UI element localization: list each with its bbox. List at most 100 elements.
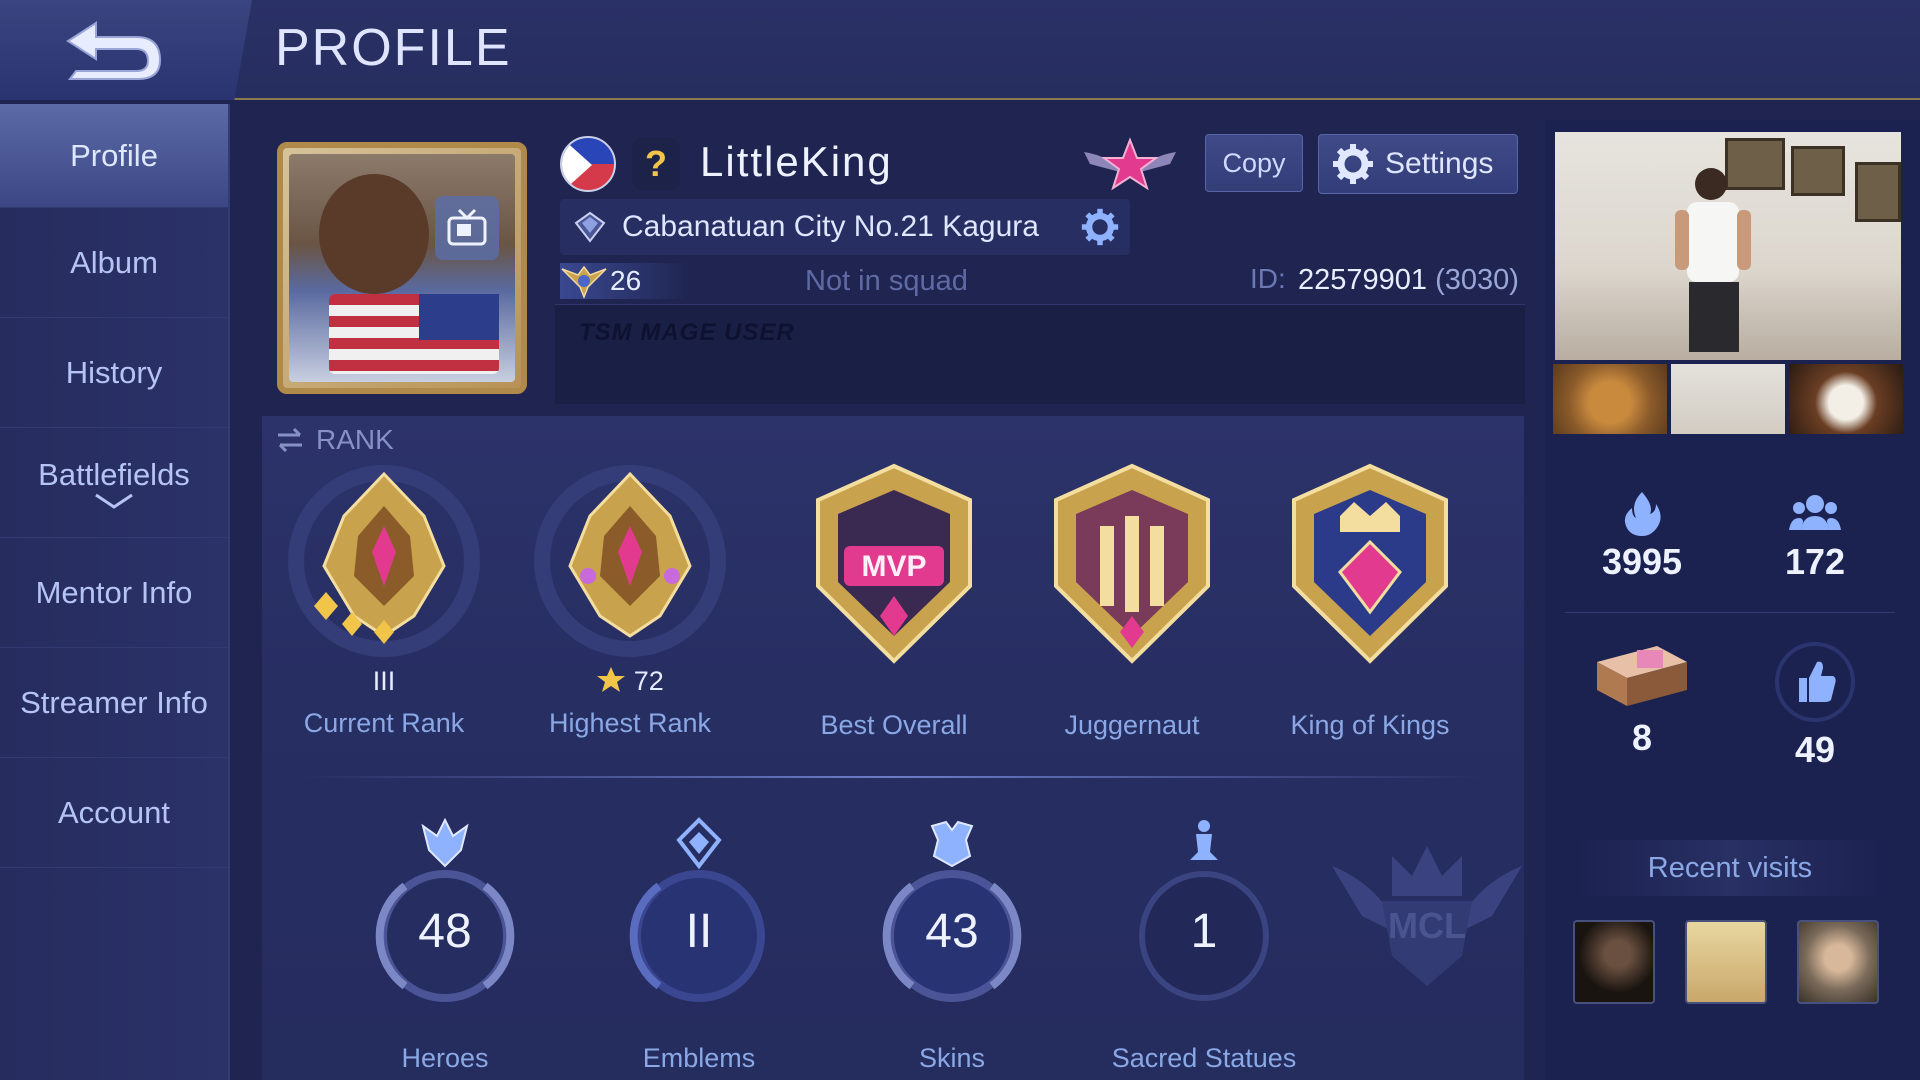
sidebar-item-streamer-info[interactable]: Streamer Info [0, 648, 228, 758]
rank-title: RANK [316, 424, 394, 455]
followers-icon [1789, 495, 1841, 530]
album-thumb[interactable] [1553, 364, 1667, 434]
emblems-label: Emblems [642, 1043, 756, 1073]
help-icon[interactable]: ? [632, 138, 680, 190]
svg-text:MVP: MVP [861, 550, 926, 583]
squad-name: Cabanatuan City No.21 Kagura [622, 210, 1039, 243]
album-thumb[interactable] [1789, 364, 1903, 434]
highest-rank-star-count: 72 [633, 666, 664, 696]
swap-icon [278, 427, 302, 453]
avatar-flag-canton [419, 294, 499, 340]
flame-icon [1624, 492, 1661, 536]
highest-rank-stars: 72 [510, 666, 750, 697]
emblems-icon [676, 817, 722, 870]
star-icon [597, 667, 626, 692]
recent-visitor-avatar[interactable] [1685, 920, 1767, 1004]
highest-rank-label: Highest Rank [548, 708, 712, 738]
best-overall-medal[interactable]: MVP Best Overall [774, 456, 1014, 756]
heroes-stat[interactable]: 48 Heroes [330, 816, 550, 1076]
id-label: ID: [1250, 263, 1286, 294]
sidebar-item-album[interactable]: Album [0, 208, 228, 318]
emblems-stat[interactable]: II Emblems [584, 816, 804, 1076]
level-row: 26 Not in squad ID: 22579901 (3030) [560, 259, 1520, 307]
sidebar-item-label: Profile [70, 137, 158, 173]
star-wings-icon[interactable] [1080, 134, 1180, 194]
followers-stat[interactable]: 172 [1735, 490, 1895, 583]
gifts-stat[interactable]: 8 [1562, 632, 1722, 759]
avatar[interactable] [277, 142, 527, 394]
mythic-medal-icon [288, 465, 480, 657]
motto-box[interactable]: TSM MAGE USER [555, 304, 1525, 404]
thumbs-up-icon [1775, 642, 1855, 722]
juggernaut-medal[interactable]: Juggernaut [1012, 456, 1252, 756]
sacred-statues-stat[interactable]: 1 Sacred Statues [1089, 816, 1309, 1076]
sidebar-item-profile[interactable]: Profile [0, 104, 228, 208]
profile-main: ? LittleKing Copy Settings Cabanatuan Ci… [235, 104, 1535, 1080]
popularity-stat[interactable]: 3995 [1562, 490, 1722, 583]
wall-frame [1855, 162, 1901, 222]
juggernaut-badge-icon [1054, 463, 1210, 664]
player-id[interactable]: 22579901 (3030) [1298, 264, 1519, 297]
skins-icon [930, 820, 974, 868]
sacred-statues-count: 1 [1190, 905, 1218, 958]
mcl-label: MCL [1388, 905, 1466, 946]
highest-rank-medal[interactable]: 72 Highest Rank [510, 456, 750, 756]
right-panel: 3995 172 8 49 Recent visits [1545, 120, 1920, 1080]
juggernaut-label: Juggernaut [1064, 710, 1200, 740]
back-button[interactable] [0, 0, 252, 100]
heroes-icon [421, 817, 469, 868]
squad-status: Not in squad [805, 265, 968, 297]
chevron-down-icon [95, 493, 133, 509]
sidebar-item-mentor-info[interactable]: Mentor Info [0, 538, 228, 648]
heroes-label: Heroes [401, 1043, 489, 1073]
recent-visitor-avatar[interactable] [1573, 920, 1655, 1004]
heroes-count: 48 [418, 905, 472, 958]
sidebar-item-battlefields[interactable]: Battlefields [0, 428, 228, 538]
gift-box-icon [1597, 646, 1687, 706]
rank-divider [302, 776, 1482, 778]
player-level: 26 [610, 265, 642, 296]
king-of-kings-label: King of Kings [1290, 710, 1450, 740]
header-bar: PROFILE [0, 0, 1920, 100]
sidebar-item-label: Mentor Info [35, 574, 193, 610]
current-rank-medal[interactable]: III Current Rank [264, 456, 504, 756]
followers-count: 172 [1784, 541, 1846, 582]
diamond-badge-icon [574, 211, 606, 243]
gifts-count: 8 [1631, 717, 1653, 758]
player-server: (3030) [1435, 264, 1519, 296]
motto-text: TSM MAGE USER [579, 319, 795, 346]
album-photo-main[interactable] [1555, 132, 1901, 360]
page-title: PROFILE [275, 19, 512, 77]
skins-count: 43 [925, 905, 979, 958]
statue-icon [1190, 820, 1218, 860]
skins-stat[interactable]: 43 Skins [837, 816, 1057, 1076]
popularity-count: 3995 [1601, 541, 1683, 582]
king-of-kings-medal[interactable]: King of Kings [1250, 456, 1490, 756]
squad-row[interactable]: Cabanatuan City No.21 Kagura [560, 199, 1130, 255]
stat-divider [1565, 612, 1895, 613]
likes-stat[interactable]: 49 [1735, 640, 1895, 771]
sidebar-item-account[interactable]: Account [0, 758, 228, 868]
sacred-statues-label: Sacred Statues [1111, 1043, 1297, 1073]
settings-label: Settings [1385, 147, 1494, 180]
copy-button[interactable]: Copy [1205, 134, 1303, 192]
sidebar-item-label: Account [57, 794, 170, 830]
mcl-emblem-icon[interactable]: MCL [1322, 826, 1532, 1016]
squad-gear-icon[interactable] [1080, 207, 1120, 247]
album-thumb[interactable] [1671, 364, 1785, 434]
live-stream-icon[interactable] [435, 196, 499, 260]
sidebar-item-label: Battlefields [38, 456, 190, 492]
profile-header-row: ? LittleKing Copy Settings [560, 134, 1520, 194]
emblems-tier: II [685, 905, 713, 958]
sidebar-item-label: Album [70, 244, 158, 280]
settings-button[interactable]: Settings [1318, 134, 1518, 194]
recent-visitor-avatar[interactable] [1797, 920, 1879, 1004]
likes-count: 49 [1794, 729, 1836, 770]
best-overall-label: Best Overall [820, 710, 968, 740]
current-rank-tier: III [372, 666, 396, 696]
rank-header[interactable]: RANK [274, 424, 394, 456]
mvp-badge-icon: MVP [816, 463, 972, 664]
sidebar-item-label: History [65, 354, 163, 390]
recent-visits-title: Recent visits [1575, 840, 1885, 896]
sidebar-item-history[interactable]: History [0, 318, 228, 428]
